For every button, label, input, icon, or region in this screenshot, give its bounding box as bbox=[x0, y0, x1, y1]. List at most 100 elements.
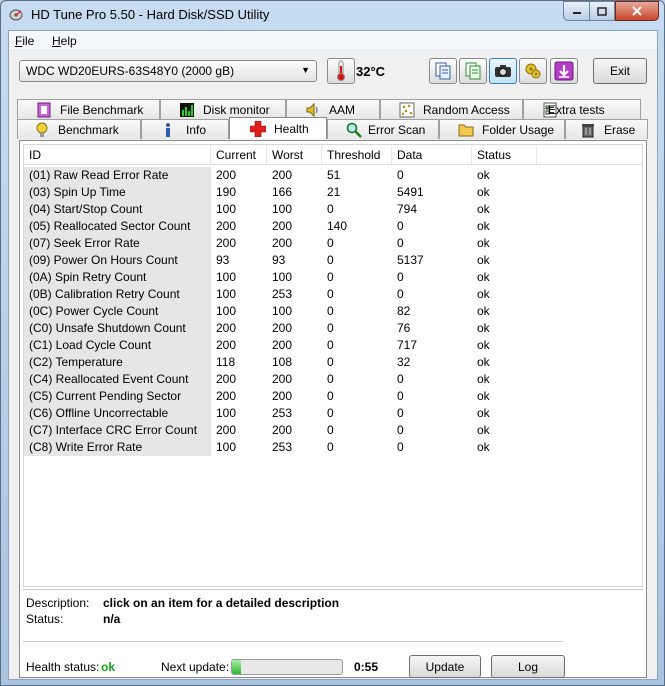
divider bbox=[23, 641, 563, 642]
title-bar[interactable]: HD Tune Pro 5.50 - Hard Disk/SSD Utility bbox=[1, 1, 664, 29]
minimize-icon bbox=[572, 12, 581, 14]
table-row[interactable]: (0A) Spin Retry Count 100 100 0 0 ok bbox=[24, 269, 544, 286]
cell-data: 0 bbox=[397, 440, 404, 454]
cell-data: 0 bbox=[397, 270, 404, 284]
table-row[interactable]: (C8) Write Error Rate 100 253 0 0 ok bbox=[24, 439, 544, 456]
drive-select[interactable]: WDC WD20EURS-63S48Y0 (2000 gB) ▼ bbox=[19, 60, 317, 82]
progress-fill bbox=[232, 660, 241, 674]
cell-current: 100 bbox=[216, 304, 237, 318]
temperature-button[interactable] bbox=[327, 58, 355, 84]
cell-id: (C0) Unsafe Shutdown Count bbox=[24, 320, 211, 337]
tab-benchmark[interactable]: Benchmark bbox=[17, 119, 141, 139]
cell-current: 100 bbox=[216, 440, 237, 454]
tab-erase[interactable]: Erase bbox=[565, 119, 648, 139]
cell-status: ok bbox=[477, 253, 490, 267]
cell-data: 32 bbox=[397, 355, 411, 369]
save-button[interactable] bbox=[550, 58, 578, 84]
cell-worst: 253 bbox=[272, 406, 293, 420]
cell-status: ok bbox=[477, 423, 490, 437]
cell-threshold: 21 bbox=[327, 185, 341, 199]
menu-help[interactable]: Help bbox=[52, 34, 77, 48]
options-button[interactable] bbox=[519, 58, 547, 84]
table-row[interactable]: (C7) Interface CRC Error Count 200 200 0 0 ok bbox=[24, 422, 544, 439]
cell-threshold: 0 bbox=[327, 338, 334, 352]
cell-data: 5491 bbox=[397, 185, 424, 199]
column-header-threshold[interactable]: Threshold bbox=[322, 145, 392, 165]
cell-status: ok bbox=[477, 440, 490, 454]
close-button[interactable] bbox=[615, 1, 659, 21]
table-row[interactable]: (03) Spin Up Time 190 166 21 5491 ok bbox=[24, 184, 544, 201]
tab-label: Extra tests bbox=[548, 103, 605, 117]
tab-folder-usage[interactable]: Folder Usage bbox=[439, 119, 565, 139]
table-row[interactable]: (C1) Load Cycle Count 200 200 0 717 ok bbox=[24, 337, 544, 354]
column-header-current[interactable]: Current bbox=[211, 145, 267, 165]
menu-help-mnemonic: H bbox=[52, 34, 61, 48]
copy-info-button[interactable] bbox=[429, 58, 457, 84]
drive-select-value: WDC WD20EURS-63S48Y0 (2000 gB) bbox=[26, 64, 235, 78]
copy-all-button[interactable] bbox=[459, 58, 487, 84]
table-row[interactable]: (09) Power On Hours Count 93 93 0 5137 ok bbox=[24, 252, 544, 269]
table-row[interactable]: (C6) Offline Uncorrectable 100 253 0 0 ok bbox=[24, 405, 544, 422]
column-header-id[interactable]: ID bbox=[24, 145, 211, 165]
table-row[interactable]: (04) Start/Stop Count 100 100 0 794 ok bbox=[24, 201, 544, 218]
table-row[interactable]: (C5) Current Pending Sector 200 200 0 0 ok bbox=[24, 388, 544, 405]
maximize-icon bbox=[597, 6, 607, 16]
next-update-countdown: 0:55 bbox=[354, 660, 379, 674]
tab-disk-monitor[interactable]: Disk monitor bbox=[160, 99, 286, 119]
tab-file-benchmark[interactable]: File Benchmark bbox=[17, 99, 160, 119]
health-status-value: ok bbox=[101, 660, 116, 674]
minimize-button[interactable] bbox=[563, 1, 589, 21]
cell-threshold: 0 bbox=[327, 287, 334, 301]
tab-label: Random Access bbox=[423, 103, 510, 117]
table-row[interactable]: (C4) Reallocated Event Count 200 200 0 0 ok bbox=[24, 371, 544, 388]
health-panel: ID Current Worst Threshold Data Status (… bbox=[19, 140, 647, 678]
cell-current: 190 bbox=[216, 185, 237, 199]
health-cross-icon bbox=[250, 121, 266, 137]
tab-random-access[interactable]: Random Access bbox=[380, 99, 523, 119]
table-row[interactable]: (05) Reallocated Sector Count 200 200 140 0 o… bbox=[24, 218, 544, 235]
tab-extra-tests[interactable]: Extra tests bbox=[523, 99, 641, 119]
column-header-status[interactable]: Status bbox=[472, 145, 537, 165]
cell-status: ok bbox=[477, 185, 490, 199]
maximize-button[interactable] bbox=[589, 1, 615, 21]
copy-all-icon bbox=[465, 62, 481, 80]
cell-worst: 200 bbox=[272, 236, 293, 250]
tab-label: Benchmark bbox=[58, 123, 119, 137]
tab-error-scan[interactable]: Error Scan bbox=[327, 119, 439, 139]
table-row[interactable]: (07) Seek Error Rate 200 200 0 0 ok bbox=[24, 235, 544, 252]
log-button[interactable]: Log bbox=[491, 655, 565, 678]
cell-id: (C5) Current Pending Sector bbox=[24, 388, 211, 405]
cell-data: 76 bbox=[397, 321, 411, 335]
cell-id: (C6) Offline Uncorrectable bbox=[24, 405, 211, 422]
cell-id: (09) Power On Hours Count bbox=[24, 252, 211, 269]
update-button[interactable]: Update bbox=[409, 655, 481, 678]
cell-status: ok bbox=[477, 304, 490, 318]
cell-data: 717 bbox=[397, 338, 418, 352]
info-icon bbox=[166, 123, 170, 137]
cell-data: 0 bbox=[397, 236, 404, 250]
cell-worst: 200 bbox=[272, 168, 293, 182]
cell-status: ok bbox=[477, 168, 490, 182]
table-row[interactable]: (C0) Unsafe Shutdown Count 200 200 0 76 ok bbox=[24, 320, 544, 337]
tab-health[interactable]: Health bbox=[229, 117, 327, 139]
menu-file[interactable]: File bbox=[15, 34, 34, 48]
table-row[interactable]: (01) Raw Read Error Rate 200 200 51 0 ok bbox=[24, 167, 544, 184]
cell-status: ok bbox=[477, 321, 490, 335]
exit-button[interactable]: Exit bbox=[593, 58, 647, 84]
smart-table[interactable]: ID Current Worst Threshold Data Status (… bbox=[23, 144, 643, 587]
close-icon bbox=[632, 6, 642, 16]
options-icon bbox=[525, 63, 541, 79]
table-row[interactable]: (0B) Calibration Retry Count 100 253 0 0 ok bbox=[24, 286, 544, 303]
cell-id: (C1) Load Cycle Count bbox=[24, 337, 211, 354]
tab-aam[interactable]: AAM bbox=[286, 99, 380, 119]
cell-threshold: 0 bbox=[327, 270, 334, 284]
table-row[interactable]: (0C) Power Cycle Count 100 100 0 82 ok bbox=[24, 303, 544, 320]
cell-id: (C8) Write Error Rate bbox=[24, 439, 211, 456]
column-header-data[interactable]: Data bbox=[392, 145, 472, 165]
screenshot-button[interactable] bbox=[489, 58, 517, 84]
column-header-worst[interactable]: Worst bbox=[267, 145, 322, 165]
table-row[interactable]: (C2) Temperature 118 108 0 32 ok bbox=[24, 354, 544, 371]
cell-data: 0 bbox=[397, 406, 404, 420]
tab-info[interactable]: Info bbox=[141, 119, 229, 139]
cell-id: (0B) Calibration Retry Count bbox=[24, 286, 211, 303]
